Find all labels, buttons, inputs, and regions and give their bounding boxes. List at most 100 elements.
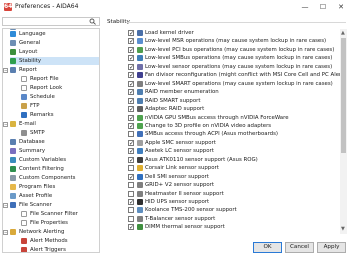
tree-item[interactable]: Language: [10, 30, 99, 38]
app-logo-icon: 64: [4, 3, 13, 11]
tree-item[interactable]: Alert Methods: [21, 237, 99, 245]
option-row[interactable]: ✓ Fan divisor reconfiguration (might conf…: [128, 71, 345, 79]
option-row[interactable]: ✓ Apple SMC sensor support: [128, 139, 338, 147]
tree-item-label: Content Filtering: [19, 166, 64, 172]
maximize-button[interactable]: ☐: [314, 0, 332, 14]
apply-button[interactable]: Apply: [317, 242, 346, 253]
tree-item[interactable]: Stability: [10, 57, 99, 65]
tree-item[interactable]: Program Files: [10, 183, 99, 191]
tree-item[interactable]: Remarks: [21, 111, 99, 119]
option-row[interactable]: ✓ Load kernel driver: [128, 29, 338, 37]
tree-item[interactable]: File Scanner Filter: [21, 210, 99, 218]
option-row[interactable]: GRID+ V2 sensor support: [128, 181, 338, 189]
cancel-button[interactable]: Cancel: [285, 242, 314, 253]
option-checkbox[interactable]: [128, 207, 134, 214]
tree-item[interactable]: − Network Alerting: [3, 228, 99, 236]
option-row[interactable]: ✓ Adaptec RAID support: [128, 105, 338, 113]
vertical-scrollbar[interactable]: ▲ ▼: [340, 29, 347, 234]
option-row[interactable]: ✓ Dell SMI sensor support: [128, 173, 338, 181]
option-checkbox[interactable]: ✓: [128, 38, 134, 45]
ok-button[interactable]: OK: [253, 242, 282, 253]
tree-item[interactable]: SMTP: [21, 129, 99, 137]
option-row[interactable]: ✓ HID UPS sensor support: [128, 198, 338, 206]
gpu-icon: [137, 122, 143, 129]
option-label: Asetek LC sensor support: [145, 148, 214, 155]
option-checkbox[interactable]: [128, 182, 134, 189]
option-row[interactable]: Heatmaster II sensor support: [128, 190, 338, 198]
scrollbar-thumb[interactable]: [341, 38, 346, 153]
option-checkbox[interactable]: ✓: [128, 122, 134, 129]
tree-expander-icon[interactable]: −: [3, 230, 8, 235]
group-divider: [126, 22, 346, 23]
option-checkbox[interactable]: ✓: [128, 156, 134, 163]
option-checkbox[interactable]: [128, 165, 134, 172]
tree-item[interactable]: Report Look: [21, 84, 99, 92]
tree-item[interactable]: Summary: [10, 147, 99, 155]
option-checkbox[interactable]: ✓: [128, 173, 134, 180]
option-checkbox[interactable]: ✓: [128, 148, 134, 155]
option-checkbox[interactable]: [128, 215, 134, 222]
tree-item[interactable]: Custom Variables: [10, 156, 99, 164]
tree-expander-icon[interactable]: −: [3, 203, 8, 208]
option-checkbox[interactable]: [128, 131, 134, 138]
option-checkbox[interactable]: ✓: [128, 199, 134, 206]
tree-item[interactable]: Content Filtering: [10, 165, 99, 173]
tree-item-label: Alert Methods: [30, 238, 68, 244]
option-row[interactable]: ✓ Low-level SMBus operations (may cause s…: [128, 54, 338, 62]
option-checkbox[interactable]: ✓: [128, 55, 134, 62]
tree-item[interactable]: − Report: [3, 66, 99, 74]
option-label: Low-level sensor operations (may cause s…: [145, 63, 333, 70]
option-row[interactable]: ✓ Asetek LC sensor support: [128, 147, 338, 155]
option-row[interactable]: ✓ DIMM thermal sensor support: [128, 223, 338, 231]
option-row[interactable]: ✓ Low-level sensor operations (may cause …: [128, 63, 338, 71]
option-checkbox[interactable]: ✓: [128, 80, 134, 87]
option-row[interactable]: ✓ RAID member enumeration: [128, 88, 338, 96]
scroll-up-icon[interactable]: ▲: [341, 30, 345, 36]
option-checkbox[interactable]: ✓: [128, 139, 134, 146]
option-label: T-Balancer sensor support: [145, 215, 216, 222]
option-row[interactable]: ✓ Change to 3D profile on nVIDIA video ad…: [128, 122, 338, 130]
option-checkbox[interactable]: ✓: [128, 106, 134, 113]
option-checkbox[interactable]: [128, 190, 134, 197]
option-row[interactable]: Corsair Link sensor support: [128, 164, 338, 172]
folder-icon: [10, 184, 16, 190]
option-row[interactable]: ✓ Low-level MSR operations (may cause sys…: [128, 37, 338, 45]
tree-item[interactable]: − File Scanner: [3, 201, 99, 209]
option-row[interactable]: SMBus access through ACPI (Asus motherbo…: [128, 130, 338, 138]
option-checkbox[interactable]: ✓: [128, 63, 134, 70]
search-input[interactable]: [2, 17, 100, 26]
option-checkbox[interactable]: ✓: [128, 89, 134, 96]
option-checkbox[interactable]: ✓: [128, 72, 134, 79]
option-row[interactable]: ✓ Low-level PCI bus operations (may cause…: [128, 46, 338, 54]
tree-item[interactable]: Asset Profile: [10, 192, 99, 200]
option-row[interactable]: ✓ Asus ATK0110 sensor support (Asus ROG): [128, 156, 338, 164]
option-row[interactable]: ✓ RAID SMART support: [128, 97, 338, 105]
tree-expander-icon[interactable]: −: [3, 122, 8, 127]
option-checkbox[interactable]: ✓: [128, 97, 134, 104]
cooler-icon: [137, 148, 143, 155]
tree-item[interactable]: Schedule: [21, 93, 99, 101]
option-checkbox[interactable]: ✓: [128, 114, 134, 121]
option-row[interactable]: ✓ nVIDIA GPU SMBus access through nVIDIA …: [128, 114, 338, 122]
tree-item[interactable]: Report File: [21, 75, 99, 83]
scroll-down-icon[interactable]: ▼: [341, 226, 345, 232]
tree-expander-icon[interactable]: −: [3, 68, 8, 73]
tree-item[interactable]: Database: [10, 138, 99, 146]
option-row[interactable]: ✓ Low-level SMART operations (may cause s…: [128, 80, 338, 88]
tree-item[interactable]: Alert Triggers: [21, 246, 99, 252]
tree-item[interactable]: − E-mail: [3, 120, 99, 128]
option-row[interactable]: T-Balancer sensor support: [128, 215, 338, 223]
close-button[interactable]: ✕: [332, 0, 350, 14]
option-checkbox[interactable]: ✓: [128, 30, 134, 37]
option-checkbox[interactable]: ✓: [128, 224, 134, 231]
tree-item[interactable]: General: [10, 39, 99, 47]
tree-item[interactable]: Custom Components: [10, 174, 99, 182]
option-checkbox[interactable]: ✓: [128, 46, 134, 53]
email-icon: [10, 121, 16, 127]
tree-item[interactable]: Layout: [10, 48, 99, 56]
minimize-button[interactable]: —: [296, 0, 314, 14]
tree-item[interactable]: FTP: [21, 102, 99, 110]
search-icon[interactable]: [89, 18, 97, 25]
tree-item[interactable]: File Properties: [21, 219, 99, 227]
option-row[interactable]: Koolance TMS-200 sensor support: [128, 206, 338, 214]
